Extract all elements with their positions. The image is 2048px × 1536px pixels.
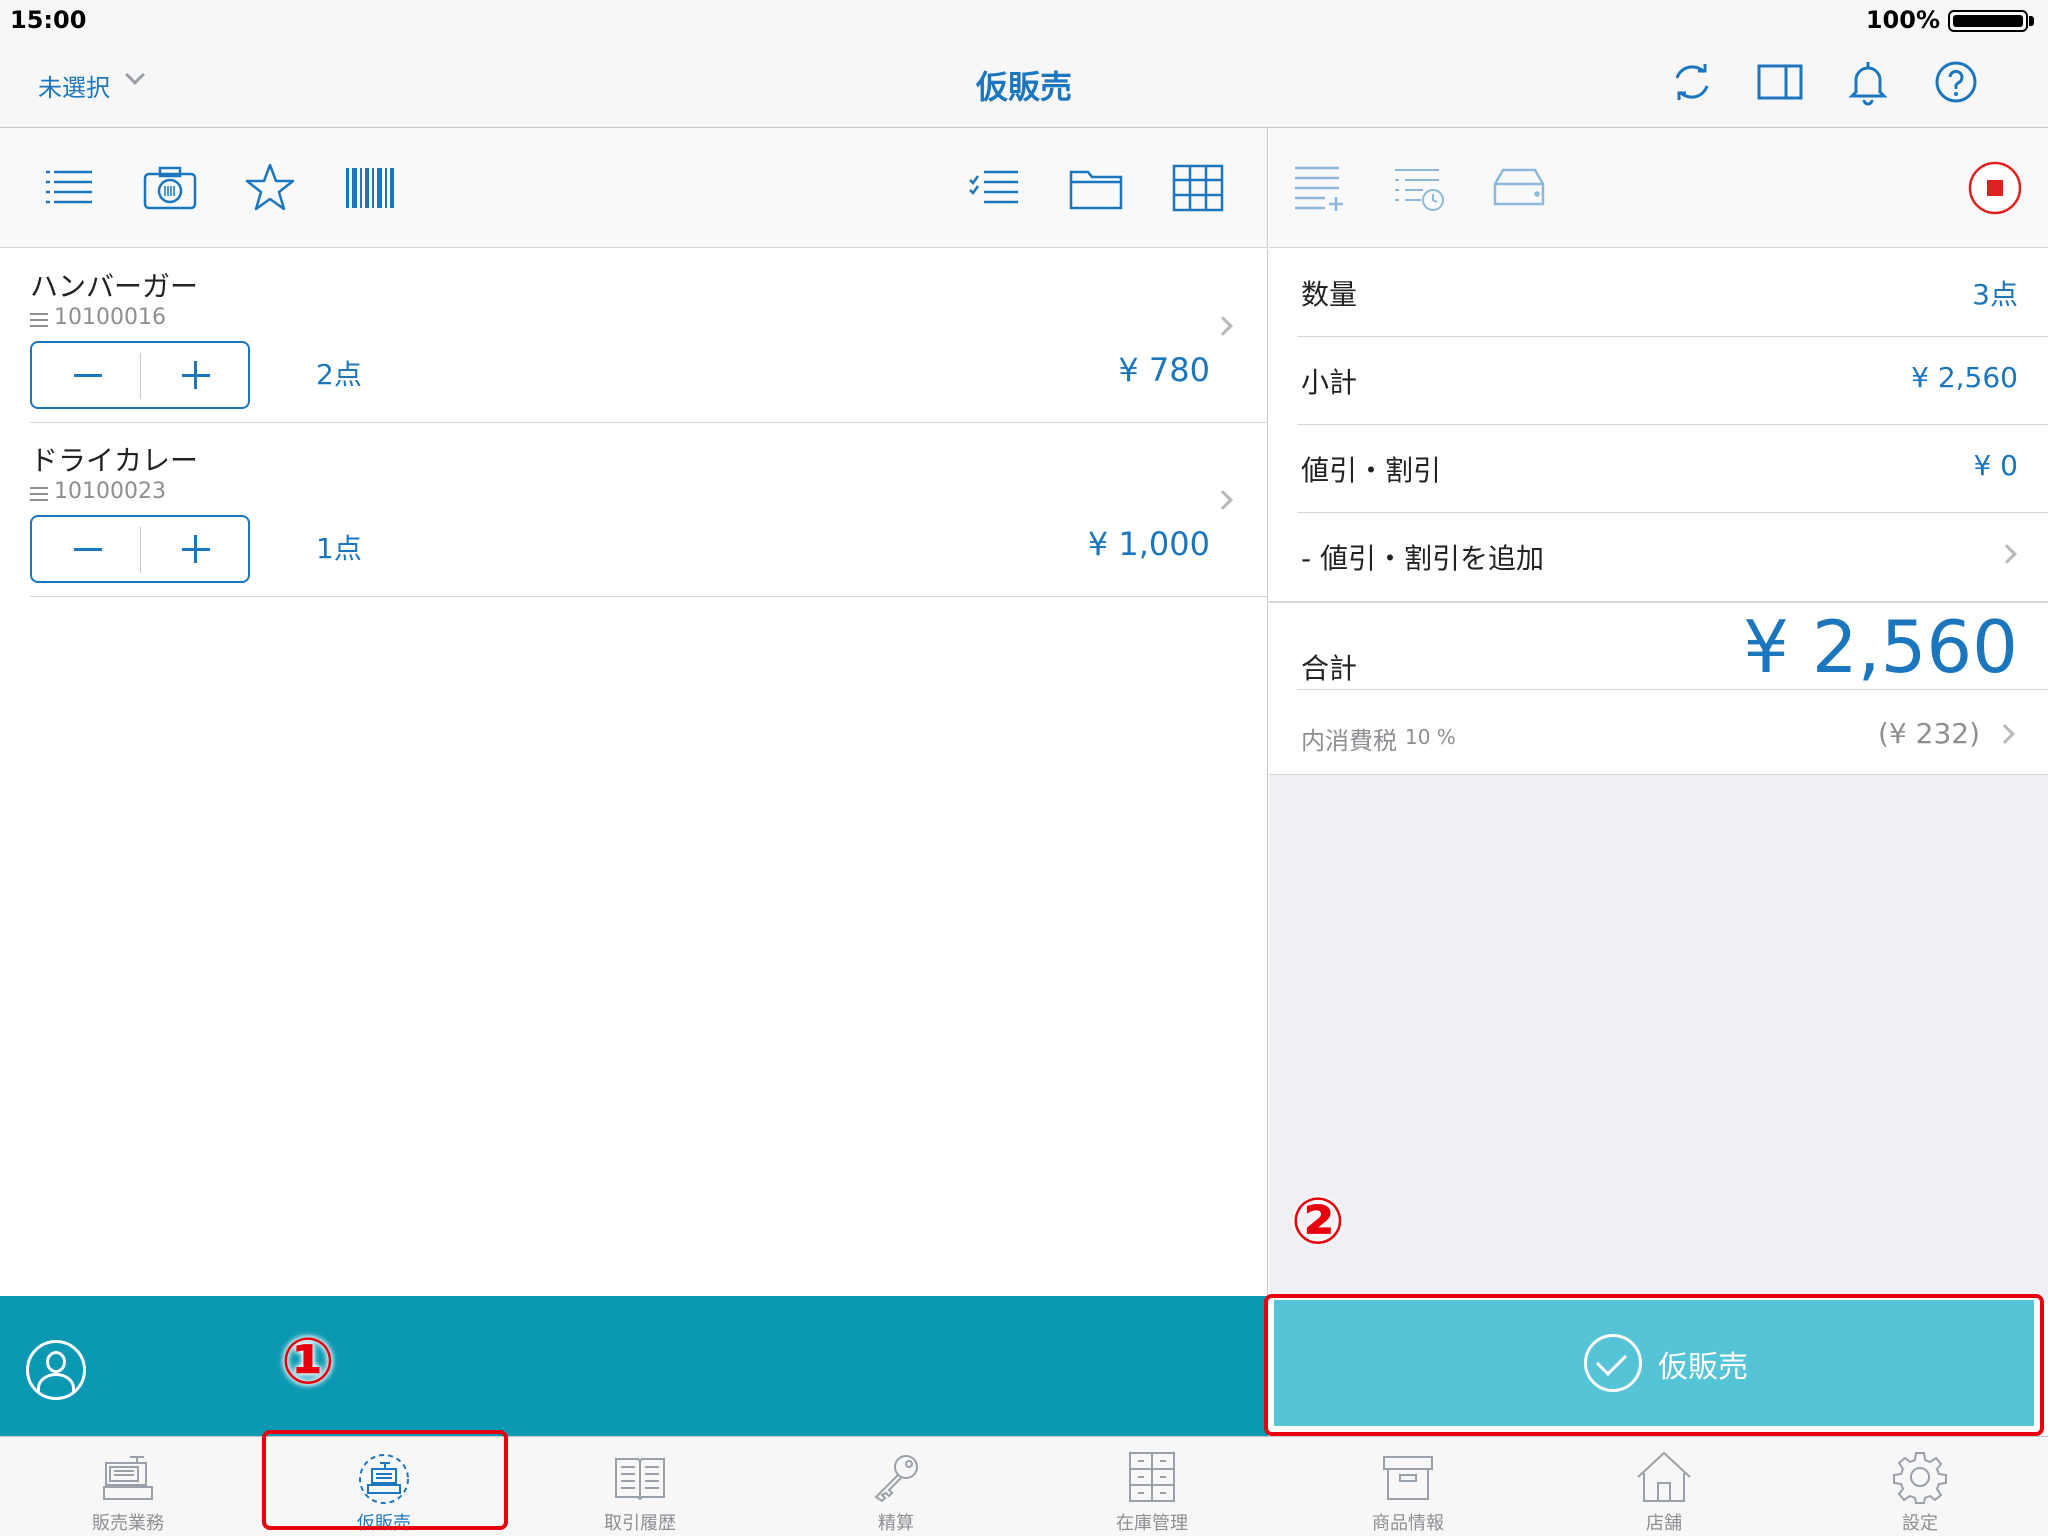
battery-icon (1948, 10, 2028, 32)
barcode-icon[interactable] (342, 160, 398, 216)
battery-percent: 100% (1865, 6, 1940, 34)
chevron-right-icon[interactable] (1213, 316, 1233, 336)
cart-item[interactable]: ドライカレー 10100023 1点 ¥ 1,000 (30, 423, 1268, 597)
summary-row-discount: 値引・割引 ¥ 0 (1269, 425, 2048, 513)
chevron-right-icon[interactable] (1213, 490, 1233, 510)
add-discount-row[interactable]: - 値引・割引を追加 (1269, 513, 2048, 601)
folder-icon[interactable] (1068, 160, 1124, 216)
status-bar: 15:00 100% (0, 0, 2048, 40)
total-block: 合計 ¥ 2,560 内消費税 10 % (¥ 232) (1269, 601, 2048, 775)
star-icon[interactable] (242, 160, 298, 216)
tab-store[interactable]: 店舗 (1536, 1437, 1792, 1536)
stepper-divider (140, 527, 141, 573)
register-icon (103, 1456, 153, 1500)
store-selector[interactable]: 未選択 (38, 68, 110, 103)
cabinet-icon (1129, 1452, 1175, 1502)
item-name: ドライカレー (30, 444, 199, 477)
refresh-icon[interactable] (1668, 58, 1716, 106)
split-view-icon[interactable] (1756, 58, 1804, 106)
cart-toolbar (1269, 128, 2048, 248)
divider (1297, 689, 2048, 690)
tab-label: 在庫管理 (1116, 1513, 1188, 1534)
page-title: 仮販売 (975, 68, 1072, 106)
product-toolbar (0, 128, 1268, 248)
annotation-number-1: ① (280, 1325, 336, 1399)
cash-drawer-icon[interactable] (1491, 160, 1547, 216)
status-time: 15:00 (10, 6, 87, 34)
add-discount-label: - 値引・割引を追加 (1301, 542, 1545, 575)
item-name: ハンバーガー (30, 270, 199, 303)
item-code: 10100023 (54, 479, 166, 504)
tax-amount[interactable]: (¥ 232) (1878, 717, 1980, 750)
summary-value: ¥ 0 (1973, 449, 2018, 482)
cart-item[interactable]: ハンバーガー 10100016 2点 ¥ 780 (30, 249, 1268, 423)
avatar-head (46, 1351, 66, 1373)
summary-row-quantity: 数量 3点 (1269, 249, 2048, 337)
item-quantity: 1点 (316, 532, 362, 565)
tab-label: 設定 (1902, 1513, 1938, 1534)
bell-icon[interactable] (1844, 58, 1892, 106)
box-icon (1383, 1456, 1433, 1500)
tab-inventory[interactable]: 在庫管理 (1024, 1437, 1280, 1536)
customer-avatar-icon[interactable] (26, 1340, 86, 1400)
held-list-clock-icon[interactable] (1391, 160, 1447, 216)
gear-icon (1893, 1452, 1947, 1504)
decrement-button[interactable] (32, 517, 140, 581)
code-icon (30, 487, 48, 501)
tab-history[interactable]: 取引履歴 (512, 1437, 768, 1536)
stop-record-icon[interactable] (1967, 160, 2023, 216)
customer-bar (0, 1296, 1268, 1436)
annotation-box-button (1264, 1294, 2044, 1436)
grid-icon[interactable] (1170, 160, 1226, 216)
summary-panel: 数量 3点 小計 ¥ 2,560 値引・割引 ¥ 0 - 値引・割引を追加 合計… (1269, 249, 2048, 1297)
battery-tip (2029, 16, 2034, 26)
tab-label: 店舗 (1646, 1513, 1682, 1534)
tab-label: 販売業務 (92, 1513, 164, 1534)
tab-label: 取引履歴 (604, 1513, 676, 1534)
help-icon[interactable] (1932, 58, 1980, 106)
summary-value: ¥ 2,560 (1911, 361, 2018, 394)
decrement-button[interactable] (32, 343, 140, 407)
summary-label: 数量 (1301, 278, 1358, 311)
summary-label: 値引・割引 (1301, 454, 1442, 487)
cart-item-list: ハンバーガー 10100016 2点 ¥ 780 ドライカレー 10100023… (0, 249, 1268, 1297)
increment-button[interactable] (142, 517, 250, 581)
add-list-icon[interactable] (1291, 160, 1347, 216)
tab-label: 精算 (878, 1513, 914, 1534)
summary-row-subtotal: 小計 ¥ 2,560 (1269, 337, 2048, 425)
chevron-right-icon[interactable] (1997, 544, 2017, 564)
stepper-divider (140, 353, 141, 399)
item-quantity: 2点 (316, 358, 362, 391)
navigation-bar: 未選択 仮販売 (0, 40, 2048, 128)
key-icon (874, 1455, 918, 1503)
quantity-stepper (30, 341, 250, 409)
total-label: 合計 (1301, 652, 1358, 685)
history-book-icon (615, 1458, 665, 1501)
item-code: 10100016 (54, 305, 166, 330)
summary-value: 3点 (1972, 278, 2018, 311)
house-icon (1637, 1451, 1691, 1502)
annotation-number-2: ② (1290, 1185, 1346, 1259)
increment-button[interactable] (142, 343, 250, 407)
tab-settings[interactable]: 設定 (1792, 1437, 2048, 1536)
chevron-right-icon[interactable] (1995, 724, 2015, 744)
camera-icon[interactable] (142, 160, 198, 216)
total-amount: ¥ 2,560 (1743, 605, 2018, 689)
quantity-stepper (30, 515, 250, 583)
checklist-icon[interactable] (966, 160, 1022, 216)
tab-sales[interactable]: 販売業務 (0, 1437, 256, 1536)
summary-label: 小計 (1301, 366, 1358, 399)
avatar-body (37, 1373, 75, 1397)
item-price: ¥ 780 (1118, 351, 1210, 389)
list-icon[interactable] (40, 160, 96, 216)
tab-label: 商品情報 (1372, 1513, 1444, 1534)
code-icon (30, 313, 48, 327)
annotation-box-tab (262, 1430, 508, 1530)
item-price: ¥ 1,000 (1087, 525, 1210, 563)
tax-label: 内消費税 (1301, 727, 1397, 755)
chevron-down-icon[interactable] (125, 65, 145, 85)
tab-products[interactable]: 商品情報 (1280, 1437, 1536, 1536)
tax-rate: 10 % (1405, 725, 1456, 749)
tab-settlement[interactable]: 精算 (768, 1437, 1024, 1536)
